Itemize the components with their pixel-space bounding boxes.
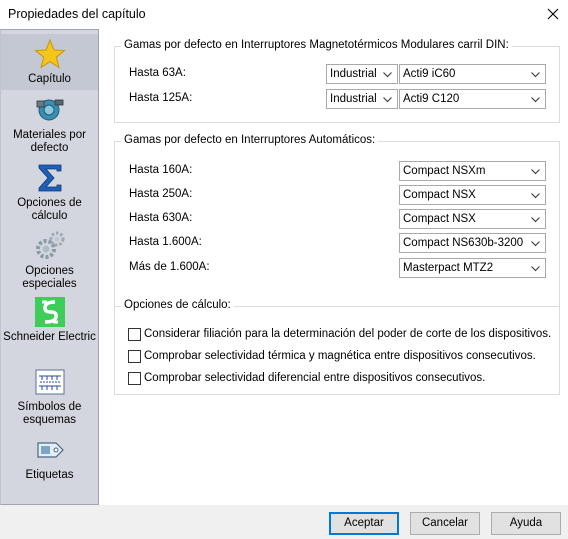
auto-over-1600a-range-select[interactable]: Masterpact MTZ2: [399, 258, 546, 278]
din-63a-range-select[interactable]: Acti9 iC60: [399, 64, 546, 84]
sidebar-item-materiales[interactable]: Materiales por defecto: [1, 94, 98, 156]
din-125a-type-select[interactable]: Industrial: [326, 89, 398, 109]
window-title: Propiedades del capítulo: [8, 7, 146, 21]
select-value: Compact NSX: [403, 189, 476, 201]
sidebar-item-label: Materiales por defecto: [13, 129, 86, 154]
group-din-rail: Gamas por defecto en Interruptores Magne…: [114, 39, 560, 123]
close-button[interactable]: [540, 2, 566, 26]
sidebar: Capítulo Materiales por defecto Opciones…: [0, 29, 99, 505]
sidebar-item-capitulo[interactable]: Capítulo: [1, 34, 98, 90]
star-icon: [33, 38, 66, 69]
select-value: Acti9 C120: [403, 93, 460, 105]
sigma-icon: [38, 164, 61, 192]
din-125a-range-select[interactable]: Acti9 C120: [399, 89, 546, 109]
chevron-down-icon: [531, 72, 540, 78]
select-value: Acti9 iC60: [403, 68, 456, 80]
din-63a-type-select[interactable]: Industrial: [326, 64, 398, 84]
chevron-down-icon: [531, 169, 540, 175]
checkbox[interactable]: [128, 371, 141, 385]
sidebar-item-opciones-calculo[interactable]: Opciones de cálculo: [1, 162, 98, 224]
option-selectividad-diferencial[interactable]: Comprobar selectividad diferencial entre…: [128, 370, 485, 386]
auto-1600a-range-select[interactable]: Compact NS630b-3200: [399, 233, 546, 253]
cancel-button[interactable]: Cancelar: [410, 512, 480, 535]
option-filiacion[interactable]: Considerar filiación para la determinaci…: [128, 326, 551, 342]
checkbox[interactable]: [128, 349, 141, 363]
auto-row-label: Hasta 1.600A:: [129, 236, 202, 248]
auto-250a-range-select[interactable]: Compact NSX: [399, 185, 546, 205]
main-panel: Gamas por defecto en Interruptores Magne…: [100, 29, 568, 505]
chevron-down-icon: [531, 193, 540, 199]
auto-row-label: Más de 1.600A:: [129, 261, 210, 273]
schneider-logo-icon: [34, 297, 65, 327]
sidebar-item-label: Capítulo: [28, 73, 71, 85]
select-value: Compact NS630b-3200: [403, 237, 524, 249]
accept-button[interactable]: Aceptar: [329, 512, 399, 535]
select-value: Compact NSX: [403, 213, 476, 225]
chevron-down-icon: [531, 241, 540, 247]
group-din-rail-legend: Gamas por defecto en Interruptores Magne…: [121, 39, 512, 51]
auto-630a-range-select[interactable]: Compact NSX: [399, 209, 546, 229]
select-value: Industrial: [330, 93, 377, 105]
auto-row-label: Hasta 630A:: [129, 212, 193, 224]
sidebar-item-label: Etiquetas: [25, 469, 74, 481]
help-button[interactable]: Ayuda: [491, 512, 561, 535]
din-row-label: Hasta 63A:: [129, 67, 186, 79]
checkbox-label: Considerar filiación para la determinaci…: [144, 328, 552, 340]
close-icon: [547, 8, 559, 20]
materials-icon: [36, 99, 63, 121]
auto-160a-range-select[interactable]: Compact NSXm: [399, 161, 546, 181]
auto-row-label: Hasta 250A:: [129, 188, 193, 200]
group-calculation-options: Opciones de cálculo: Considerar filiació…: [114, 299, 560, 395]
select-value: Compact NSXm: [403, 165, 486, 177]
chevron-down-icon: [383, 72, 392, 78]
checkbox[interactable]: [128, 327, 141, 341]
sidebar-item-schneider[interactable]: Schneider Electric: [1, 296, 98, 358]
din-row-label: Hasta 125A:: [129, 92, 193, 104]
option-selectividad-termica[interactable]: Comprobar selectividad térmica y magnéti…: [128, 348, 536, 364]
select-value: Masterpact MTZ2: [403, 262, 494, 274]
sidebar-item-label: Schneider Electric: [3, 331, 96, 343]
auto-row-label: Hasta 160A:: [129, 164, 193, 176]
tag-icon: [36, 442, 64, 458]
schematic-symbols-icon: [35, 369, 64, 395]
checkbox-label: Comprobar selectividad térmica y magnéti…: [144, 350, 536, 362]
chevron-down-icon: [531, 97, 540, 103]
group-calculation-options-legend: Opciones de cálculo:: [121, 299, 234, 311]
checkbox-label: Comprobar selectividad diferencial entre…: [144, 372, 486, 384]
button-bar: [0, 505, 568, 539]
group-automatic-breakers-legend: Gamas por defecto en Interruptores Autom…: [121, 134, 379, 146]
chevron-down-icon: [383, 97, 392, 103]
sidebar-item-simbolos[interactable]: Símbolos de esquemas: [1, 366, 98, 428]
chevron-down-icon: [531, 266, 540, 272]
sidebar-item-etiquetas[interactable]: Etiquetas: [1, 434, 98, 486]
gears-icon: [35, 231, 64, 259]
group-automatic-breakers: Gamas por defecto en Interruptores Autom…: [114, 134, 560, 311]
sidebar-item-label: Símbolos de esquemas: [17, 401, 82, 426]
select-value: Industrial: [330, 68, 377, 80]
chevron-down-icon: [531, 217, 540, 223]
sidebar-item-opciones-especiales[interactable]: Opciones especiales: [1, 230, 98, 292]
sidebar-item-label: Opciones especiales: [22, 265, 77, 290]
title-bar: Propiedades del capítulo: [0, 0, 568, 28]
sidebar-item-label: Opciones de cálculo: [17, 197, 82, 222]
